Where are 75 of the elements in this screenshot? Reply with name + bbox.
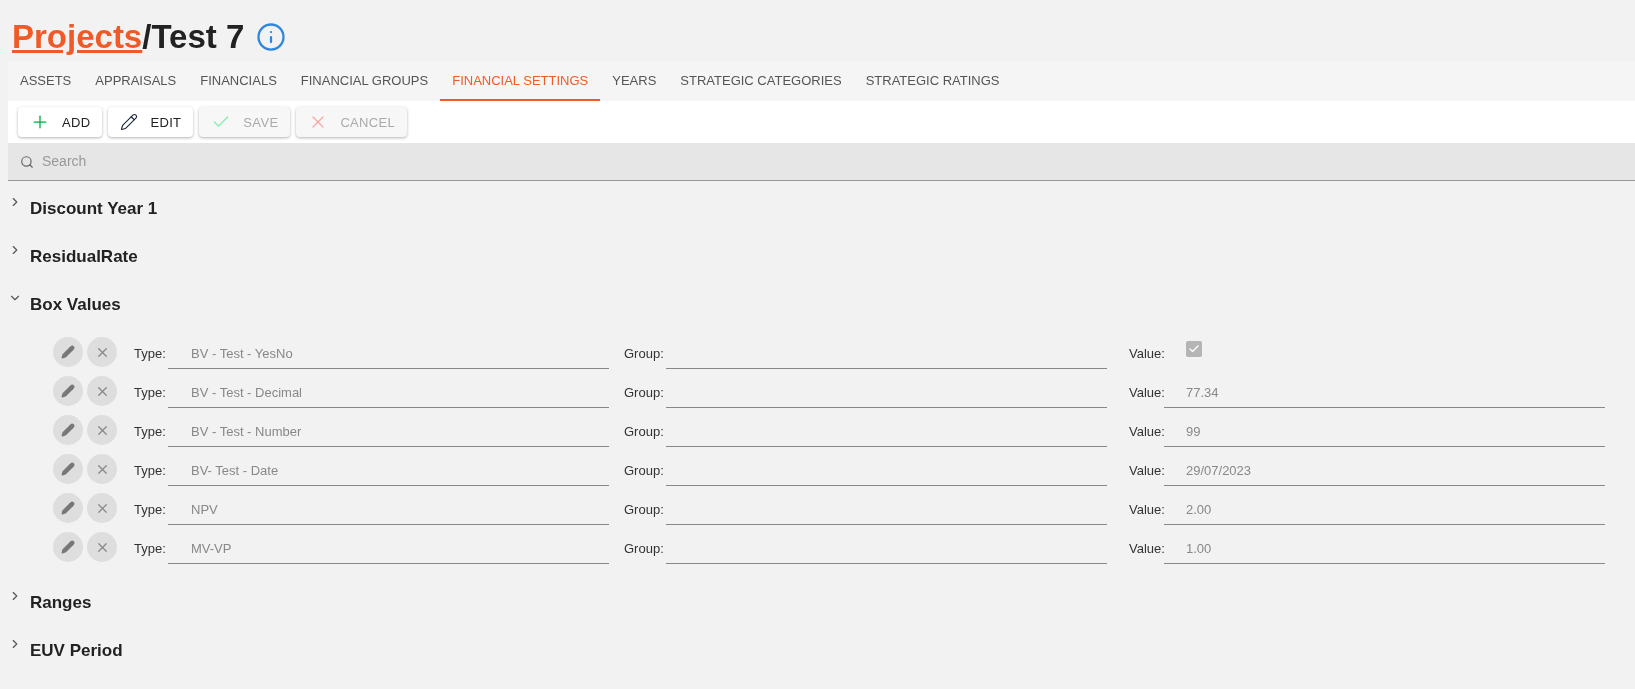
tab[interactable]: STRATEGIC CATEGORIES (668, 61, 854, 102)
tab[interactable]: APPRAISALS (83, 61, 189, 102)
field-label: Type: (134, 384, 167, 403)
type-field[interactable]: BV - Test - YesNo (168, 337, 609, 370)
section-header[interactable]: Ranges (8, 585, 1635, 620)
page-title: Test 7 (151, 17, 245, 57)
search-input[interactable]: Search (42, 151, 1623, 173)
field-label: Group: (624, 423, 665, 442)
field-label: Value: (1129, 384, 1164, 403)
field-label: Type: (134, 501, 167, 520)
edit-button[interactable] (53, 376, 83, 407)
field-label: Value: (1129, 540, 1164, 559)
tab[interactable]: YEARS (600, 61, 669, 102)
info-icon[interactable] (256, 21, 287, 52)
pencil-icon (61, 462, 75, 477)
value-field[interactable]: 99 (1164, 415, 1605, 448)
tab[interactable]: FINANCIAL GROUPS (288, 61, 441, 102)
field-label: Group: (624, 462, 665, 481)
search-icon (20, 154, 34, 169)
pencil-icon (61, 540, 75, 555)
field-label: Group: (624, 501, 665, 520)
section-title: Ranges (30, 591, 92, 614)
delete-button[interactable] (87, 415, 117, 446)
section-title: ResidualRate (30, 245, 138, 268)
edit-button[interactable] (53, 493, 83, 524)
toolbar-button[interactable]: EDIT (108, 107, 194, 138)
delete-button[interactable] (87, 337, 117, 368)
field-label: Type: (134, 462, 167, 481)
field-label: Group: (624, 540, 665, 559)
field-label: Group: (624, 384, 665, 403)
type-field[interactable]: MV-VP (168, 532, 609, 565)
value-field[interactable]: 77.34 (1164, 376, 1605, 409)
value-field[interactable]: 29/07/2023 (1164, 454, 1605, 487)
pencil-icon (61, 345, 75, 360)
section-title: EUV Period (30, 639, 123, 662)
type-field[interactable]: BV - Test - Number (168, 415, 609, 448)
value-field[interactable]: 1.00 (1164, 532, 1605, 565)
section-header[interactable]: Box Values (8, 287, 1635, 322)
field-label: Value: (1129, 423, 1164, 442)
section-title: Discount Year 1 (30, 197, 158, 220)
pencil-icon (61, 423, 75, 438)
tab[interactable]: STRATEGIC RATINGS (853, 61, 1012, 102)
pencil-icon (120, 113, 139, 132)
delete-button[interactable] (87, 376, 117, 407)
delete-button[interactable] (87, 532, 117, 563)
pencil-icon (61, 384, 75, 399)
field-label: Value: (1129, 462, 1164, 481)
delete-button[interactable] (87, 493, 117, 524)
type-field[interactable]: NPV (168, 493, 609, 526)
edit-button[interactable] (53, 454, 83, 485)
field-label: Group: (624, 345, 665, 364)
tab[interactable]: ASSETS (8, 61, 84, 102)
edit-button[interactable] (53, 337, 83, 368)
edit-button[interactable] (53, 415, 83, 446)
section-header[interactable]: EUV Period (8, 633, 1635, 668)
section-header[interactable]: Discount Year 1 (8, 191, 1635, 226)
field-label: Type: (134, 540, 167, 559)
delete-button[interactable] (87, 454, 117, 485)
pencil-icon (61, 501, 75, 516)
field-label: Type: (134, 423, 167, 442)
type-field[interactable]: BV - Test - Decimal (168, 376, 609, 409)
value-field[interactable]: 2.00 (1164, 493, 1605, 526)
breadcrumb-separator: / (142, 17, 152, 57)
tab[interactable]: FINANCIALS (188, 61, 289, 102)
type-field[interactable]: BV- Test - Date (168, 454, 609, 487)
search-field[interactable]: Search (8, 143, 1635, 182)
toolbar-button[interactable]: ADD (18, 107, 103, 138)
section-title: Box Values (30, 293, 121, 316)
checkbox[interactable] (1186, 341, 1202, 358)
field-label: Type: (134, 345, 167, 364)
section-header[interactable]: ResidualRate (8, 239, 1635, 274)
projects-link[interactable]: Projects (12, 16, 143, 58)
edit-button[interactable] (53, 532, 83, 563)
field-label: Value: (1129, 501, 1164, 520)
field-label: Value: (1129, 345, 1164, 364)
